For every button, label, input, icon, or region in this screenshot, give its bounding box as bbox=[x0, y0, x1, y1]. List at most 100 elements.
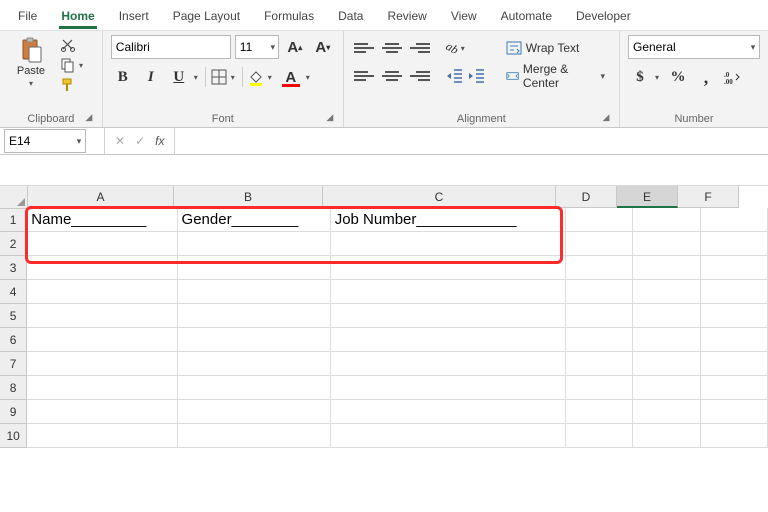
cell[interactable] bbox=[178, 424, 331, 448]
cell[interactable] bbox=[633, 328, 700, 352]
column-header[interactable]: B bbox=[174, 186, 323, 208]
bold-button[interactable]: B bbox=[111, 65, 135, 89]
tab-review[interactable]: Review bbox=[377, 5, 436, 27]
font-size-combo[interactable]: ▾ bbox=[235, 35, 279, 59]
increase-font-icon[interactable]: A▴ bbox=[283, 35, 307, 59]
name-box-input[interactable] bbox=[5, 134, 73, 148]
cell[interactable] bbox=[633, 280, 700, 304]
column-header[interactable]: E bbox=[617, 186, 678, 208]
decrease-font-icon[interactable]: A▾ bbox=[311, 35, 335, 59]
cell-B1[interactable]: Gender________ bbox=[178, 208, 331, 232]
cell[interactable] bbox=[27, 280, 177, 304]
cell[interactable] bbox=[331, 376, 566, 400]
dialog-launcher-icon[interactable]: ◢ bbox=[323, 111, 337, 125]
row-header[interactable]: 4 bbox=[0, 280, 27, 304]
cell[interactable] bbox=[566, 304, 633, 328]
cell[interactable] bbox=[331, 232, 566, 256]
cell[interactable] bbox=[566, 376, 633, 400]
column-header[interactable]: D bbox=[556, 186, 617, 208]
borders-button[interactable]: ▾ bbox=[210, 68, 238, 86]
italic-button[interactable]: I bbox=[139, 65, 163, 89]
cell[interactable] bbox=[633, 400, 700, 424]
cell-A1[interactable]: Name_________ bbox=[27, 208, 177, 232]
cell[interactable] bbox=[701, 328, 768, 352]
cell[interactable] bbox=[331, 304, 566, 328]
fx-icon[interactable]: fx bbox=[155, 134, 164, 148]
row-header[interactable]: 1 bbox=[0, 208, 27, 232]
fill-color-button[interactable]: ▾ bbox=[247, 68, 275, 86]
cell[interactable] bbox=[27, 232, 177, 256]
cell[interactable] bbox=[701, 232, 768, 256]
cell[interactable] bbox=[178, 304, 331, 328]
cell[interactable] bbox=[178, 328, 331, 352]
cell[interactable] bbox=[701, 400, 768, 424]
tab-page-layout[interactable]: Page Layout bbox=[163, 5, 250, 27]
row-header[interactable]: 7 bbox=[0, 352, 27, 376]
enter-icon[interactable]: ✓ bbox=[135, 134, 145, 148]
cell[interactable] bbox=[178, 400, 331, 424]
font-size-input[interactable] bbox=[236, 37, 268, 57]
number-format-input[interactable] bbox=[629, 37, 747, 57]
cell[interactable] bbox=[27, 400, 177, 424]
cell[interactable] bbox=[331, 400, 566, 424]
cell[interactable] bbox=[27, 304, 177, 328]
formula-input[interactable] bbox=[175, 130, 768, 152]
cell[interactable] bbox=[566, 280, 633, 304]
align-middle-icon[interactable] bbox=[380, 37, 404, 59]
cell[interactable] bbox=[701, 352, 768, 376]
cell[interactable] bbox=[178, 232, 331, 256]
tab-insert[interactable]: Insert bbox=[109, 5, 159, 27]
cell-C1[interactable]: Job Number____________ bbox=[331, 208, 566, 232]
cell[interactable] bbox=[331, 352, 566, 376]
number-format-combo[interactable]: ▾ bbox=[628, 35, 760, 59]
orientation-button[interactable]: ab ▾ bbox=[446, 41, 468, 56]
paste-button[interactable]: Paste ▾ bbox=[8, 35, 54, 90]
row-header[interactable]: 8 bbox=[0, 376, 27, 400]
cell[interactable] bbox=[701, 376, 768, 400]
row-header[interactable]: 10 bbox=[0, 424, 27, 448]
increase-decimal-icon[interactable]: .0.00 bbox=[722, 67, 742, 87]
cancel-icon[interactable]: ✕ bbox=[115, 134, 125, 148]
cell[interactable] bbox=[566, 232, 633, 256]
cell[interactable] bbox=[566, 400, 633, 424]
cut-icon[interactable] bbox=[60, 37, 86, 53]
copy-button[interactable]: ▾ bbox=[60, 57, 86, 73]
row-header[interactable]: 5 bbox=[0, 304, 27, 328]
row-header[interactable]: 6 bbox=[0, 328, 27, 352]
tab-data[interactable]: Data bbox=[328, 5, 373, 27]
font-name-combo[interactable]: ▾ bbox=[111, 35, 231, 59]
cell[interactable] bbox=[633, 352, 700, 376]
font-color-button[interactable]: A ▾ bbox=[279, 65, 313, 89]
row-header[interactable]: 2 bbox=[0, 232, 27, 256]
tab-automate[interactable]: Automate bbox=[491, 5, 562, 27]
align-left-icon[interactable] bbox=[352, 65, 376, 87]
cell[interactable] bbox=[633, 256, 700, 280]
column-header[interactable]: F bbox=[678, 186, 739, 208]
cell[interactable] bbox=[178, 352, 331, 376]
cell[interactable] bbox=[633, 232, 700, 256]
cell[interactable] bbox=[178, 376, 331, 400]
tab-developer[interactable]: Developer bbox=[566, 5, 641, 27]
accounting-format-button[interactable]: $ ▾ bbox=[628, 65, 662, 89]
cell[interactable] bbox=[331, 280, 566, 304]
cell[interactable] bbox=[701, 208, 768, 232]
cell[interactable] bbox=[633, 376, 700, 400]
increase-indent-icon[interactable] bbox=[468, 68, 486, 84]
cell[interactable] bbox=[633, 208, 700, 232]
row-header[interactable]: 9 bbox=[0, 400, 27, 424]
cell[interactable] bbox=[27, 352, 177, 376]
cell[interactable] bbox=[566, 352, 633, 376]
format-painter-icon[interactable] bbox=[60, 77, 86, 93]
cell[interactable] bbox=[566, 328, 633, 352]
cell[interactable] bbox=[331, 256, 566, 280]
tab-file[interactable]: File bbox=[8, 5, 47, 27]
cell[interactable] bbox=[633, 304, 700, 328]
decrease-indent-icon[interactable] bbox=[446, 68, 464, 84]
cell[interactable] bbox=[566, 424, 633, 448]
cell[interactable] bbox=[178, 256, 331, 280]
column-header[interactable]: C bbox=[323, 186, 556, 208]
underline-button[interactable]: U ▾ bbox=[167, 65, 201, 89]
cell[interactable] bbox=[701, 304, 768, 328]
cell[interactable] bbox=[331, 424, 566, 448]
select-all-corner[interactable] bbox=[0, 186, 28, 209]
